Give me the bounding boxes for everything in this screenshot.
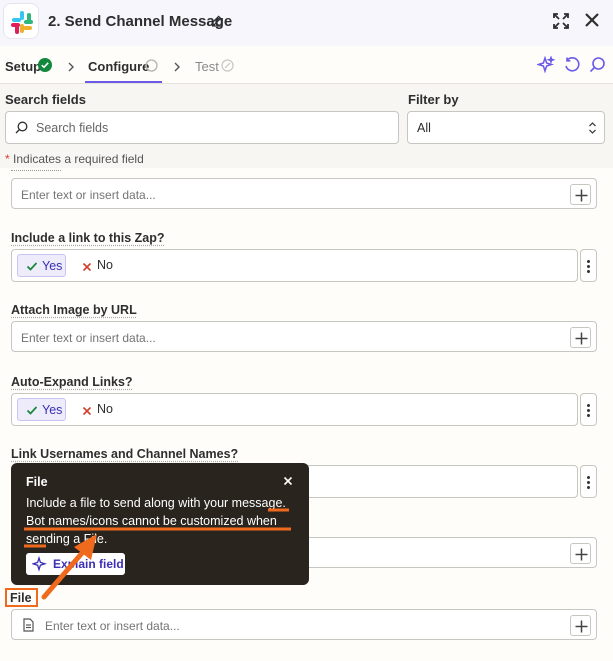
tooltip-title: File <box>26 475 48 489</box>
x-icon <box>82 404 92 419</box>
attach-image-placeholder: Enter text or insert data... <box>21 331 156 345</box>
file-label-highlight: File <box>5 588 38 607</box>
text-field-placeholder: Enter text or insert data... <box>21 188 156 202</box>
tab-setup-label: Setup <box>5 59 42 74</box>
auto-expand-toggle: Yes No <box>11 393 578 426</box>
tab-configure-label: Configure <box>88 59 150 74</box>
include-link-toggle: Yes No <box>11 249 578 282</box>
file-input[interactable]: Enter text or insert data... <box>11 609 597 640</box>
tooltip-body: Include a file to send along with your m… <box>26 496 286 546</box>
insert-data-button[interactable] <box>570 184 591 205</box>
insert-data-button[interactable] <box>570 543 591 564</box>
step-title: 2. Send Channel Message <box>48 13 233 30</box>
x-icon <box>82 260 92 275</box>
close-icon[interactable] <box>584 12 600 31</box>
include-link-label: Include a link to this Zap? <box>11 231 165 245</box>
disabled-circle-icon <box>221 59 234 75</box>
filter-by-select[interactable]: All <box>407 111 605 144</box>
no-label: No <box>97 258 113 272</box>
tab-test[interactable]: Test <box>195 59 219 74</box>
insert-data-button[interactable] <box>570 615 591 636</box>
filter-by-label: Filter by <box>408 92 459 107</box>
step-tabs: Setup Configure Test <box>0 46 613 84</box>
more-options-button[interactable] <box>580 465 597 498</box>
insert-data-button[interactable] <box>570 327 591 348</box>
ai-sparkle-icon <box>31 555 48 575</box>
check-icon <box>26 404 38 419</box>
search-icon <box>15 121 28 137</box>
yes-label: Yes <box>42 259 63 273</box>
edit-title-icon[interactable] <box>210 14 223 30</box>
tab-test-label: Test <box>195 59 219 74</box>
text-field-input[interactable]: Enter text or insert data... <box>11 178 597 209</box>
check-icon <box>26 260 38 275</box>
explain-field-label: Explain field <box>53 557 124 571</box>
search-icon[interactable] <box>589 56 606 76</box>
explain-field-button[interactable]: Explain field <box>26 553 125 575</box>
tab-setup[interactable]: Setup <box>5 59 41 74</box>
file-placeholder: Enter text or insert data... <box>45 619 180 633</box>
search-fields-placeholder: Search fields <box>36 121 109 135</box>
field-help-tooltip: File Include a file to send along with y… <box>11 463 309 585</box>
no-label: No <box>97 402 113 416</box>
auto-expand-yes-button[interactable]: Yes <box>17 398 66 421</box>
slack-logo-icon <box>3 3 39 39</box>
chevron-right-icon <box>67 60 75 75</box>
required-field-note: * Indicates a required field <box>5 152 144 166</box>
search-fields-input[interactable]: Search fields <box>5 111 399 144</box>
link-usernames-label: Link Usernames and Channel Names? <box>11 447 239 461</box>
refresh-icon[interactable] <box>563 56 581 77</box>
attach-image-label: Attach Image by URL <box>11 303 137 317</box>
close-icon[interactable] <box>283 474 293 489</box>
step-header: 2. Send Channel Message <box>0 0 613 46</box>
more-options-button[interactable] <box>580 393 597 426</box>
chevron-right-icon <box>173 60 181 75</box>
auto-expand-label: Auto-Expand Links? <box>11 375 133 389</box>
auto-expand-no-button[interactable]: No <box>82 398 122 421</box>
document-icon <box>23 618 34 635</box>
filter-by-value: All <box>417 121 431 135</box>
select-arrows-icon <box>588 121 597 138</box>
incomplete-circle-icon <box>145 59 158 75</box>
yes-label: Yes <box>42 403 63 417</box>
file-label: File <box>10 591 32 605</box>
tab-configure[interactable]: Configure <box>88 59 149 74</box>
attach-image-input[interactable]: Enter text or insert data... <box>11 321 597 352</box>
expand-icon[interactable] <box>552 12 570 33</box>
required-note-text: Indicates a required field <box>9 152 144 166</box>
search-fields-label: Search fields <box>5 92 86 107</box>
scrolled-field-label <box>11 168 61 171</box>
active-tab-indicator <box>85 81 162 83</box>
include-link-no-button[interactable]: No <box>82 254 122 277</box>
include-link-yes-button[interactable]: Yes <box>17 254 66 277</box>
ai-sparkle-icon[interactable] <box>535 55 556 77</box>
check-circle-icon <box>38 58 52 75</box>
more-options-button[interactable] <box>580 249 597 282</box>
